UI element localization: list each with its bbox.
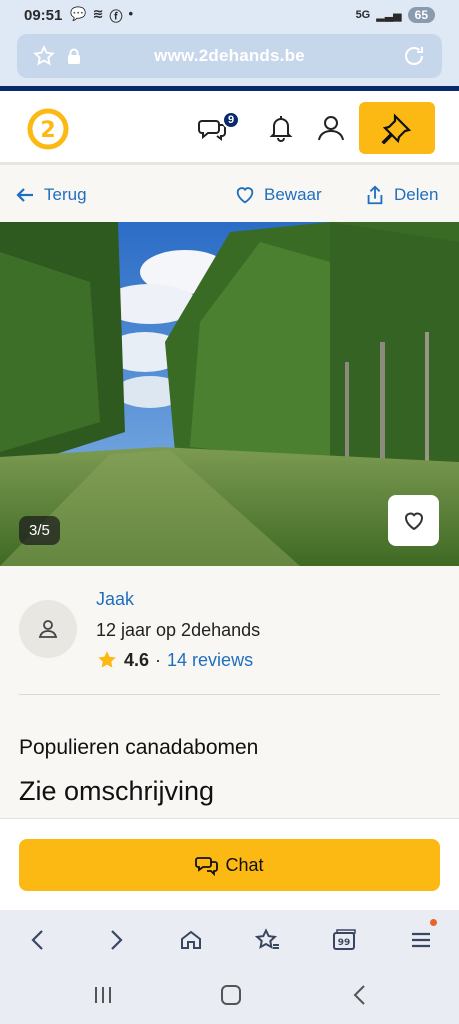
back-link[interactable]: Terug bbox=[14, 184, 87, 206]
browser-menu-button[interactable] bbox=[405, 924, 437, 956]
description-link[interactable]: Zie omschrijving bbox=[19, 776, 214, 807]
status-right: 5G ▂▃▅ 65 bbox=[356, 7, 435, 23]
listing-photo[interactable]: 3/5 bbox=[0, 222, 459, 566]
user-profile-icon[interactable] bbox=[316, 113, 346, 143]
rating-score: 4.6 bbox=[124, 649, 150, 670]
system-nav-bar bbox=[0, 970, 459, 1024]
place-ad-button[interactable] bbox=[359, 102, 435, 154]
chat-button[interactable]: Chat bbox=[19, 839, 440, 891]
share-label: Delen bbox=[394, 185, 439, 204]
facebook-notification-icon: ⓕ bbox=[109, 8, 123, 24]
browser-forward-button[interactable] bbox=[100, 924, 132, 956]
message-count-badge: 9 bbox=[222, 111, 240, 129]
system-back-button[interactable] bbox=[347, 982, 373, 1008]
seller-name-link[interactable]: Jaak bbox=[96, 589, 134, 610]
status-time: 09:51 bbox=[24, 6, 63, 24]
chevron-left-icon bbox=[31, 930, 43, 950]
menu-notification-dot bbox=[430, 919, 437, 926]
browser-bookmarks-button[interactable] bbox=[252, 924, 284, 956]
tabs-icon: 99 bbox=[333, 929, 356, 950]
recent-apps-icon bbox=[95, 987, 111, 1003]
home-icon bbox=[181, 930, 201, 949]
status-bar: 09:51 💬 ≋ ⓕ • 5G ▂▃▅ 65 bbox=[0, 0, 459, 30]
home-square-icon bbox=[221, 985, 241, 1005]
network-label: 5G bbox=[355, 9, 371, 21]
save-button[interactable]: Bewaar bbox=[234, 184, 322, 206]
share-button[interactable]: Delen bbox=[364, 184, 438, 206]
heart-outline-icon bbox=[404, 512, 423, 530]
notification-icons: 💬 ≋ ⓕ • bbox=[70, 6, 133, 25]
home-button[interactable] bbox=[218, 982, 244, 1008]
bookmarks-star-icon bbox=[255, 928, 279, 950]
seller-info: Jaak 12 jaar op 2dehands 4.6 · 14 review… bbox=[0, 566, 459, 696]
battery-indicator: 65 bbox=[407, 7, 435, 23]
share-icon bbox=[367, 185, 383, 205]
back-label: Terug bbox=[44, 185, 87, 204]
browser-bottom-nav: 99 bbox=[0, 910, 459, 970]
photo-counter: 3/5 bbox=[19, 516, 60, 545]
svg-text:99: 99 bbox=[338, 938, 351, 948]
listing-action-row: Terug Bewaar Delen bbox=[0, 168, 459, 222]
seller-rating: 4.6 · 14 reviews bbox=[96, 649, 253, 671]
signal-icon: ▂▃▅ bbox=[376, 9, 402, 22]
browser-toolbar: www.2dehands.be bbox=[0, 30, 459, 88]
browser-tabs-button[interactable]: 99 bbox=[328, 924, 360, 956]
site-header: 2 9 bbox=[0, 91, 459, 165]
arrow-left-icon bbox=[16, 188, 33, 202]
url-field[interactable]: www.2dehands.be bbox=[17, 34, 442, 78]
heart-icon bbox=[236, 187, 254, 204]
lock-icon bbox=[68, 48, 80, 64]
seller-avatar[interactable] bbox=[19, 600, 77, 658]
notifications-bell-icon[interactable] bbox=[266, 113, 296, 143]
2dehands-logo[interactable]: 2 bbox=[26, 107, 70, 151]
user-icon bbox=[38, 620, 58, 638]
back-chevron-icon bbox=[353, 985, 365, 1005]
listing-title: Populieren canadabomen bbox=[19, 736, 259, 759]
chat-notification-icon: 💬 bbox=[70, 5, 87, 21]
star-icon bbox=[98, 651, 116, 668]
seller-membership: 12 jaar op 2dehands bbox=[96, 620, 261, 640]
rating-separator: · bbox=[155, 649, 162, 670]
recent-apps-button[interactable] bbox=[90, 982, 116, 1008]
browser-home-button[interactable] bbox=[175, 924, 207, 956]
signal-notification-icon: ≋ bbox=[92, 5, 104, 21]
favorite-button[interactable] bbox=[388, 495, 439, 546]
save-label: Bewaar bbox=[264, 185, 322, 204]
chat-bubbles-icon bbox=[195, 857, 219, 876]
reload-icon[interactable] bbox=[402, 44, 426, 68]
bookmark-star-icon[interactable] bbox=[33, 45, 55, 67]
more-notifications-icon: • bbox=[128, 5, 134, 21]
hamburger-menu-icon bbox=[412, 932, 430, 948]
reviews-link[interactable]: 14 reviews bbox=[167, 650, 253, 671]
chevron-right-icon bbox=[111, 930, 123, 950]
chat-label: Chat bbox=[225, 854, 264, 875]
svg-text:2: 2 bbox=[40, 118, 55, 143]
browser-back-button[interactable] bbox=[22, 924, 54, 956]
chat-bar: Chat bbox=[0, 818, 459, 910]
pushpin-icon bbox=[381, 113, 412, 144]
section-divider bbox=[19, 694, 440, 695]
